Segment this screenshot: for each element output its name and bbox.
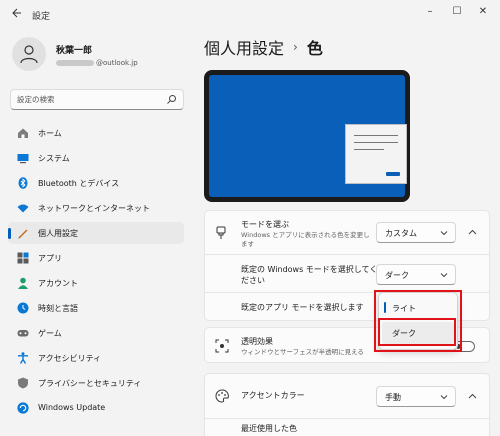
windows-mode-row: 既定の Windows モードを選択してください ダーク	[204, 255, 490, 293]
home-icon	[18, 128, 28, 138]
preview-line	[354, 142, 398, 143]
back-arrow-icon[interactable]	[8, 7, 24, 23]
palette-icon	[215, 389, 229, 403]
bluetooth-icon	[18, 177, 28, 189]
windows-mode-dropdown[interactable]: ダーク	[376, 264, 456, 285]
mode-dropdown[interactable]: カスタム	[376, 222, 456, 243]
search-box[interactable]	[10, 89, 184, 110]
preview-line	[354, 135, 398, 136]
account-icon	[18, 277, 28, 289]
active-indicator	[8, 228, 11, 239]
maximize-button[interactable]: ☐	[448, 5, 466, 19]
mode-dropdown-value: カスタム	[385, 229, 417, 238]
sidebar-item-label: プライバシーとセキュリティ	[38, 379, 142, 388]
accessibility-icon	[18, 352, 28, 364]
preview-button	[386, 172, 400, 176]
preview-desktop	[209, 75, 407, 197]
accent-title: アクセントカラー	[241, 391, 305, 400]
title-bar: 設定 – ☐ ✕	[0, 0, 500, 32]
shield-icon	[18, 377, 28, 389]
user-email-suffix: @outlook.jp	[96, 59, 138, 67]
system-icon	[17, 154, 29, 164]
search-input[interactable]	[17, 93, 167, 106]
sidebar-item-privacy[interactable]: プライバシーとセキュリティ	[8, 372, 184, 394]
chevron-down-icon	[440, 395, 448, 400]
sidebar-item-accessibility[interactable]: アクセシビリティ	[8, 347, 184, 369]
pen-icon	[18, 229, 28, 239]
update-icon	[17, 402, 29, 414]
chevron-down-icon	[440, 273, 448, 278]
user-email: @outlook.jp	[56, 58, 138, 68]
sidebar-item-label: 時刻と言語	[38, 304, 78, 313]
search-icon[interactable]	[166, 94, 177, 105]
mode-card: モードを選ぶ Windows とアプリに表示される色を変更します カスタム	[204, 210, 490, 255]
gamepad-icon	[17, 330, 29, 337]
sidebar-item-gaming[interactable]: ゲーム	[8, 322, 184, 344]
chevron-up-icon[interactable]	[468, 393, 477, 400]
breadcrumb-parent[interactable]: 個人用設定	[204, 35, 284, 59]
sidebar-item-label: アカウント	[38, 279, 78, 288]
accent-card: アクセントカラー 手動	[204, 373, 490, 419]
sidebar-item-label: Bluetooth とデバイス	[38, 179, 120, 188]
page-title: 色	[306, 39, 323, 58]
sidebar-item-label: アプリ	[38, 254, 62, 263]
sidebar-item-label: アクセシビリティ	[38, 354, 102, 363]
sidebar-item-label: 個人用設定	[38, 229, 78, 238]
user-name: 秋葉一郎	[56, 46, 93, 56]
transparency-description: ウィンドウとサーフェスが半透明に見える	[241, 348, 364, 356]
sidebar-item-bluetooth[interactable]: Bluetooth とデバイス	[8, 172, 184, 194]
person-icon	[20, 45, 38, 64]
sidebar-item-personalization[interactable]: 個人用設定	[8, 222, 184, 244]
sidebar-item-time-language[interactable]: 時刻と言語	[8, 297, 184, 319]
mode-description: Windows とアプリに表示される色を変更します	[241, 231, 370, 248]
sidebar-item-label: Windows Update	[38, 403, 106, 412]
windows-mode-label: 既定の Windows モードを選択してください	[241, 265, 378, 285]
chevron-up-icon[interactable]	[468, 229, 477, 236]
minimize-button[interactable]: –	[421, 5, 439, 19]
accent-dropdown[interactable]: 手動	[376, 386, 456, 407]
avatar[interactable]	[12, 37, 46, 71]
sidebar-item-apps[interactable]: アプリ	[8, 247, 184, 269]
sidebar-item-accounts[interactable]: アカウント	[8, 272, 184, 294]
accent-dropdown-value: 手動	[385, 393, 401, 402]
transparency-title: 透明効果	[241, 337, 273, 346]
sidebar-item-home[interactable]: ホーム	[8, 122, 184, 144]
transparency-icon	[215, 339, 229, 353]
wifi-icon	[17, 204, 29, 213]
app-mode-label: 既定のアプリ モードを選択します	[241, 303, 364, 312]
sidebar-item-network[interactable]: ネットワークとインターネット	[8, 197, 184, 219]
recent-colors-row: 最近使用した色	[204, 419, 490, 436]
sidebar-item-label: ゲーム	[38, 329, 62, 338]
time-language-icon	[17, 302, 29, 314]
sidebar-item-label: ネットワークとインターネット	[38, 204, 150, 213]
chevron-down-icon	[440, 231, 448, 236]
preview-window	[345, 124, 407, 184]
apps-icon	[17, 252, 29, 264]
recent-colors-label: 最近使用した色	[241, 424, 297, 433]
highlight-dark-option-box	[378, 318, 456, 346]
sidebar-item-label: システム	[38, 154, 70, 163]
theme-preview	[204, 70, 410, 202]
breadcrumb: 個人用設定 › 色	[204, 34, 323, 60]
brush-icon	[216, 226, 226, 239]
breadcrumb-separator: ›	[293, 40, 298, 54]
sidebar-item-windows-update[interactable]: Windows Update	[8, 397, 184, 419]
sidebar-item-system[interactable]: システム	[8, 147, 184, 169]
email-redaction	[56, 60, 94, 66]
app-title: 設定	[32, 12, 51, 22]
sidebar-item-label: ホーム	[38, 129, 62, 138]
close-button[interactable]: ✕	[474, 5, 492, 19]
mode-title: モードを選ぶ	[241, 220, 289, 229]
preview-line	[354, 149, 384, 150]
windows-mode-dropdown-value: ダーク	[385, 271, 409, 280]
